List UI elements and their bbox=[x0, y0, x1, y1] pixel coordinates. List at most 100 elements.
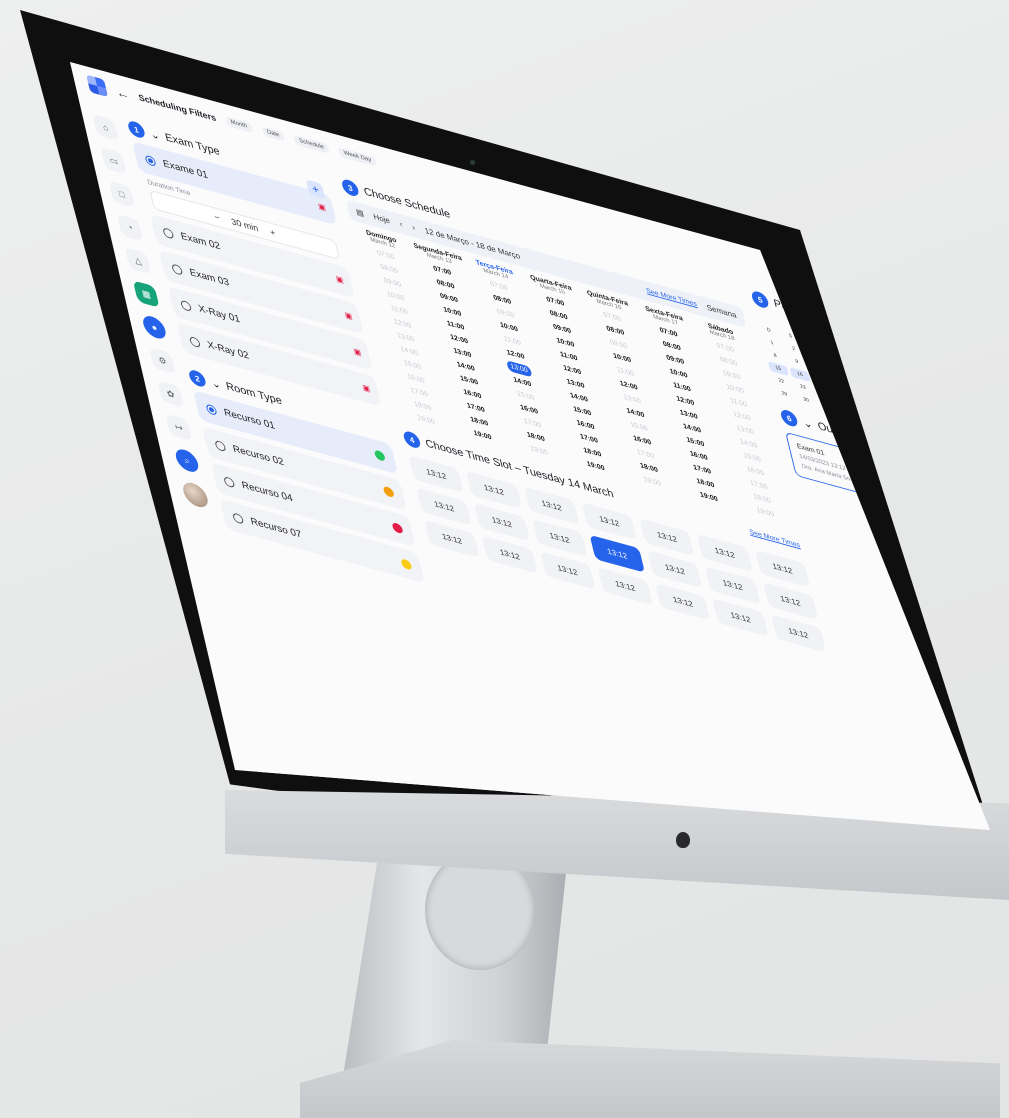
exam-option-label: Exam 02 bbox=[179, 230, 222, 253]
time-slot-button[interactable]: 13:12 bbox=[770, 614, 827, 653]
delete-icon[interactable]: ▣ bbox=[353, 347, 363, 358]
prev-week-icon[interactable]: ‹ bbox=[399, 219, 404, 229]
time-cell-label: 19:00 bbox=[529, 445, 549, 457]
document-icon[interactable]: □ bbox=[108, 180, 136, 208]
patients-nav-icon[interactable]: ● bbox=[140, 313, 168, 342]
time-cell-label: 07:00 bbox=[432, 265, 453, 277]
time-slot-button[interactable]: 13:12 bbox=[424, 519, 480, 558]
time-cell-label: 11:00 bbox=[729, 397, 748, 409]
home-icon[interactable]: ⌂ bbox=[91, 113, 119, 142]
time-cell-label: 15:00 bbox=[403, 359, 423, 372]
occupancy-pie-icon bbox=[400, 557, 413, 571]
time-cell-label: 12:00 bbox=[393, 318, 413, 330]
time-cell-label: 18:00 bbox=[526, 431, 546, 444]
filters-icon[interactable]: ⚙ bbox=[149, 346, 177, 375]
time-cell-label: 14:00 bbox=[569, 392, 589, 404]
filter-chip-weekday[interactable]: Week Day bbox=[337, 146, 378, 167]
time-cell-label: 11:00 bbox=[616, 366, 635, 378]
filter-chip-month[interactable]: Month bbox=[224, 116, 254, 134]
search-icon[interactable]: ⌕ bbox=[173, 446, 201, 475]
time-cell-label: 13:00 bbox=[396, 332, 416, 344]
time-slot-button[interactable]: 13:12 bbox=[531, 518, 588, 558]
see-more-slots-link[interactable]: See More Times bbox=[749, 528, 801, 549]
time-slot-button[interactable]: 13:12 bbox=[523, 486, 580, 525]
time-cell-label: 10:00 bbox=[442, 306, 463, 319]
next-week-icon[interactable]: › bbox=[411, 223, 416, 233]
time-slot-button[interactable]: 13:12 bbox=[581, 502, 638, 541]
time-slot-button[interactable]: 13:12 bbox=[762, 581, 819, 620]
time-cell-label: 16:00 bbox=[406, 373, 426, 385]
warning-icon[interactable]: △ bbox=[124, 246, 152, 275]
time-slot-button[interactable]: 13:12 bbox=[712, 598, 769, 637]
time-cell-label: 09:00 bbox=[383, 277, 403, 289]
time-cell-label: 16:00 bbox=[462, 388, 483, 401]
delete-icon[interactable]: ▣ bbox=[317, 202, 327, 213]
filter-chip-schedule[interactable]: Schedule bbox=[293, 134, 331, 155]
room-option-label: Recurso 04 bbox=[240, 479, 294, 505]
time-slot-button[interactable]: 13:12 bbox=[539, 551, 596, 590]
mini-calendar-day[interactable]: 29 bbox=[774, 387, 795, 402]
time-cell-label: 18:00 bbox=[639, 462, 659, 475]
time-cell-label: 11:00 bbox=[503, 335, 522, 348]
exam-option-label: Exam 03 bbox=[188, 267, 231, 289]
time-cell-label: 12:00 bbox=[449, 333, 469, 346]
exam-option-label: X-Ray 02 bbox=[206, 339, 251, 362]
time-cell-label: 18:00 bbox=[469, 416, 490, 428]
exam-option-label: X-Ray 01 bbox=[197, 303, 242, 326]
radio-selected-icon bbox=[205, 402, 218, 416]
back-arrow-icon[interactable]: ← bbox=[114, 84, 130, 102]
time-cell-label: 07:00 bbox=[376, 249, 396, 262]
time-cell-label: 19:00 bbox=[642, 476, 662, 488]
step-badge: 2 bbox=[187, 368, 208, 389]
radio-icon bbox=[231, 511, 245, 525]
time-slot-button[interactable]: 13:12 bbox=[639, 518, 695, 557]
time-cell-label: 10:00 bbox=[386, 290, 406, 303]
time-cell-label: 12:00 bbox=[675, 395, 696, 408]
room-option-label: Recurso 07 bbox=[249, 516, 303, 541]
mini-calendar-day[interactable]: 30 bbox=[796, 393, 817, 408]
time-slot-button[interactable]: 13:12 bbox=[696, 533, 753, 572]
time-cell-label: 08:00 bbox=[662, 340, 682, 353]
delete-icon[interactable]: ▣ bbox=[344, 310, 354, 321]
time-slot-button[interactable]: 13:12 bbox=[408, 455, 465, 494]
view-select[interactable]: Semana bbox=[706, 303, 738, 320]
time-slot-button[interactable]: 13:12 bbox=[654, 582, 711, 621]
step-badge: 4 bbox=[402, 429, 422, 450]
avatar[interactable] bbox=[180, 479, 211, 510]
chevron-down-icon: ⌄ bbox=[801, 416, 814, 431]
settings-icon[interactable]: ✿ bbox=[157, 380, 185, 408]
time-cell-label: 13:00 bbox=[735, 424, 755, 437]
monitor-icon[interactable]: ▭ bbox=[100, 147, 128, 175]
delete-icon[interactable]: ▣ bbox=[335, 274, 345, 285]
time-slot-button[interactable]: 13:12 bbox=[647, 550, 703, 589]
delete-icon[interactable]: ▣ bbox=[361, 383, 371, 394]
time-cell-label: 14:00 bbox=[399, 345, 419, 358]
radio-icon bbox=[214, 439, 227, 452]
time-slot-button[interactable]: 13:12 bbox=[481, 535, 538, 574]
time-slot-button[interactable]: 13:12 bbox=[704, 566, 761, 605]
time-cell-label: 17:00 bbox=[409, 387, 429, 399]
plus-icon[interactable]: + bbox=[269, 227, 277, 238]
time-slot-button[interactable]: 13:12 bbox=[754, 549, 811, 588]
time-slot-button[interactable]: 13:12 bbox=[416, 487, 473, 526]
time-slot-button[interactable]: 13:12 bbox=[589, 534, 646, 573]
step-badge: 5 bbox=[750, 289, 770, 310]
radio-icon bbox=[179, 299, 193, 312]
time-cell-label: 14:00 bbox=[456, 361, 476, 373]
time-slot-button[interactable]: 13:12 bbox=[466, 470, 522, 509]
today-button[interactable]: Hoje bbox=[372, 212, 390, 225]
time-slot-button[interactable]: 13:12 bbox=[473, 503, 530, 542]
bell-icon[interactable]: ◔ bbox=[116, 213, 144, 242]
time-slot-button[interactable]: 13:12 bbox=[597, 567, 654, 606]
time-cell-label: 12:00 bbox=[619, 380, 639, 392]
logout-icon[interactable]: ↦ bbox=[165, 413, 193, 442]
see-more-times-link[interactable]: See More Times bbox=[646, 288, 698, 309]
time-cell-label: 10:00 bbox=[499, 321, 519, 334]
filter-chip-date[interactable]: Date bbox=[260, 125, 286, 142]
app-logo-icon bbox=[86, 74, 109, 98]
calendar-nav-icon[interactable]: ▦ bbox=[132, 280, 160, 308]
minus-icon[interactable]: − bbox=[213, 212, 221, 223]
chevron-down-icon: ⌄ bbox=[148, 127, 161, 143]
time-cell-label: 09:00 bbox=[552, 323, 572, 336]
time-cell-label: 09:00 bbox=[496, 308, 516, 320]
